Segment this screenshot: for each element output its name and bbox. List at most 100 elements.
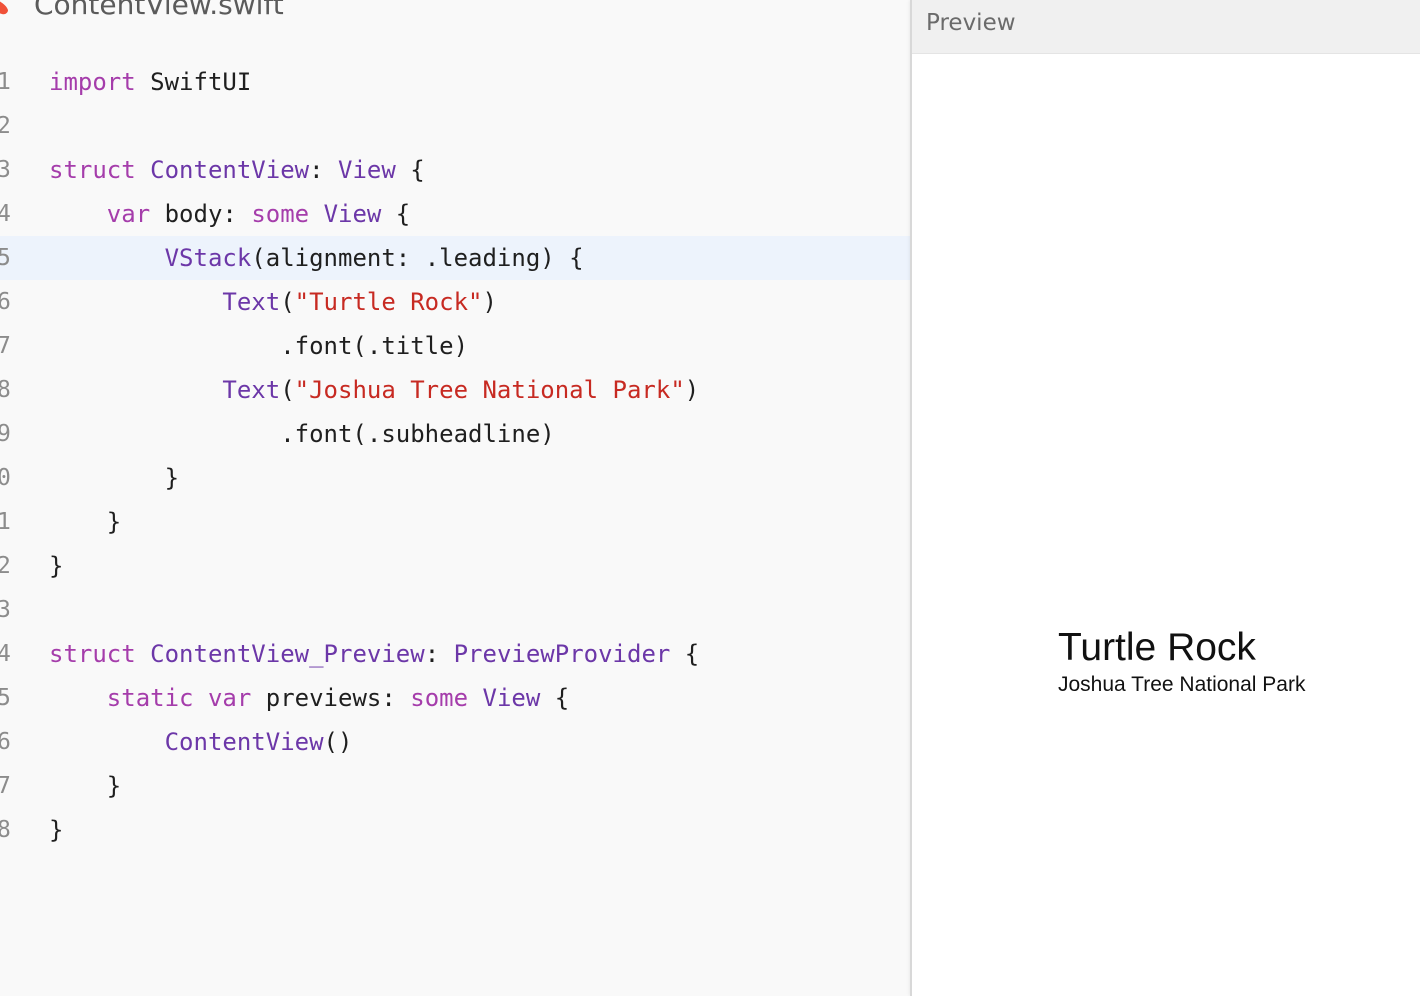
code-line[interactable]: 8 Text("Joshua Tree National Park"): [0, 368, 910, 412]
line-code[interactable]: }: [49, 456, 179, 500]
code-token: previews:: [251, 684, 411, 712]
code-token: {: [395, 156, 425, 184]
code-token: ContentView: [164, 728, 324, 756]
preview-header: Preview: [912, 0, 1420, 54]
code-token: (): [323, 728, 353, 756]
code-line[interactable]: 6 Text("Turtle Rock"): [0, 280, 910, 324]
line-code[interactable]: }: [49, 544, 63, 588]
line-code[interactable]: static var previews: some View {: [49, 676, 569, 720]
line-code[interactable]: }: [49, 808, 63, 852]
code-token: {: [670, 640, 700, 668]
line-number: 7: [0, 333, 11, 359]
code-token: "Joshua Tree National Park": [294, 376, 685, 404]
code-line[interactable]: 2: [0, 104, 910, 148]
code-line[interactable]: 5 static var previews: some View {: [0, 676, 910, 720]
code-token: some: [410, 684, 469, 712]
code-token: }: [49, 508, 122, 536]
code-token: var: [106, 200, 151, 228]
line-code[interactable]: import SwiftUI: [49, 60, 251, 104]
code-token: ContentView: [150, 156, 310, 184]
xcode-window: ContentView.swift 1 import SwiftUI 2 3 struc…: [0, 0, 1420, 996]
code-line[interactable]: 7 .font(.title): [0, 324, 910, 368]
line-code[interactable]: var body: some View {: [49, 192, 410, 236]
preview-title: Preview: [926, 10, 1016, 36]
code-line[interactable]: 4 var body: some View {: [0, 192, 910, 236]
code-line[interactable]: 5 VStack(alignment: .leading) {: [0, 236, 910, 280]
code-lines[interactable]: 1 import SwiftUI 2 3 struct ContentView: Vie…: [0, 60, 910, 852]
code-token: VStack: [164, 244, 252, 272]
line-number: 1: [0, 509, 11, 535]
code-line[interactable]: 9 .font(.subheadline): [0, 412, 910, 456]
file-tab[interactable]: ContentView.swift: [0, 0, 910, 30]
code-token: View: [338, 156, 396, 184]
code-line[interactable]: 6 ContentView(): [0, 720, 910, 764]
line-number: 4: [0, 201, 11, 227]
code-token: ContentView_Preview: [150, 640, 425, 668]
line-number: 8: [0, 817, 11, 843]
line-number: 9: [0, 421, 11, 447]
code-token: }: [49, 464, 180, 492]
code-token: static: [106, 684, 194, 712]
code-line[interactable]: 2}: [0, 544, 910, 588]
line-number: 6: [0, 729, 11, 755]
line-code[interactable]: VStack(alignment: .leading) {: [49, 236, 584, 280]
line-code[interactable]: .font(.title): [49, 324, 468, 368]
line-code[interactable]: }: [49, 500, 121, 544]
line-number: 4: [0, 641, 11, 667]
line-code[interactable]: }: [49, 764, 121, 808]
code-editor[interactable]: ContentView.swift 1 import SwiftUI 2 3 struc…: [0, 0, 910, 996]
code-token: struct: [49, 156, 136, 184]
line-number: 5: [0, 685, 11, 711]
line-code[interactable]: struct ContentView: View {: [49, 148, 425, 192]
code-token: PreviewProvider: [453, 640, 671, 668]
code-line[interactable]: 7 }: [0, 764, 910, 808]
line-number: 1: [0, 69, 11, 95]
code-token: .font(.title): [49, 332, 469, 360]
code-token: View: [323, 200, 382, 228]
swift-icon: [0, 1, 8, 15]
line-code[interactable]: .font(.subheadline): [49, 412, 555, 456]
line-code[interactable]: Text("Turtle Rock"): [49, 280, 497, 324]
code-token: View: [482, 684, 541, 712]
code-token: some: [251, 200, 310, 228]
code-token: }: [49, 552, 64, 580]
code-token: body:: [150, 200, 252, 228]
code-token: .font(.subheadline): [49, 420, 555, 448]
code-line[interactable]: 8}: [0, 808, 910, 852]
code-token: :: [309, 156, 339, 184]
preview-canvas[interactable]: Turtle Rock Joshua Tree National Park: [912, 54, 1420, 996]
line-code[interactable]: struct ContentView_Preview: PreviewProvi…: [49, 632, 699, 676]
code-token: ): [684, 376, 700, 404]
line-number: 7: [0, 773, 11, 799]
code-line[interactable]: 1 import SwiftUI: [0, 60, 910, 104]
line-number: 2: [0, 113, 11, 139]
code-token: SwiftUI: [135, 68, 252, 96]
code-token: {: [381, 200, 411, 228]
preview-heading-text: Turtle Rock: [1058, 626, 1256, 669]
line-number: 3: [0, 597, 11, 623]
line-code[interactable]: ContentView(): [49, 720, 353, 764]
code-line[interactable]: 3: [0, 588, 910, 632]
code-token: struct: [49, 640, 136, 668]
code-line[interactable]: 1 }: [0, 500, 910, 544]
line-code[interactable]: Text("Joshua Tree National Park"): [49, 368, 699, 412]
line-number: 6: [0, 289, 11, 315]
code-token: "Turtle Rock": [294, 288, 483, 316]
line-number: 2: [0, 553, 11, 579]
code-line[interactable]: 3 struct ContentView: View {: [0, 148, 910, 192]
line-number: 8: [0, 377, 11, 403]
preview-subheading-text: Joshua Tree National Park: [1058, 673, 1306, 696]
code-token: var: [207, 684, 252, 712]
code-token: Text: [222, 376, 281, 404]
code-line[interactable]: 4 struct ContentView_Preview: PreviewProv…: [0, 632, 910, 676]
code-line[interactable]: 0 }: [0, 456, 910, 500]
preview-vstack: Turtle Rock Joshua Tree National Park: [1058, 626, 1305, 700]
